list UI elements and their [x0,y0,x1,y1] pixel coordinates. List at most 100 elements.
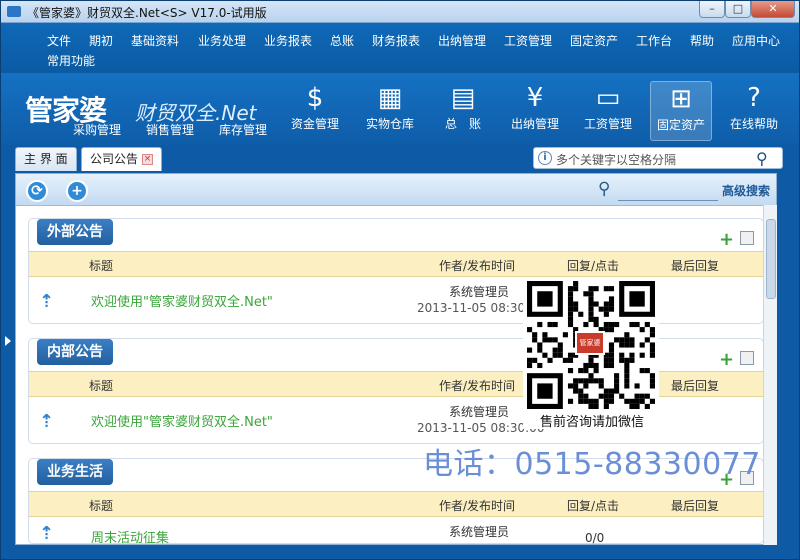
col-last-reply: 最后回复 [671,379,720,393]
dollar-icon: $ [306,83,324,113]
refresh-icon[interactable]: ⟳ [26,180,48,202]
close-icon[interactable]: × [142,154,154,165]
author: 系统管理员 [449,525,510,539]
menu-fixed-assets[interactable]: 固定资产 [570,32,618,49]
qr-code-overlay: 管家婆 售前咨询请加微信 [523,279,659,430]
window-title: 《管家婆》财贸双全.Net<S> V17.0-试用版 [27,6,267,20]
toolbar-sales[interactable]: 销售管理 [146,121,194,138]
menu-app-center[interactable]: 应用中心 [732,32,780,49]
panel-title: 业务生活 [37,459,113,485]
expand-arrow-icon[interactable] [5,336,11,346]
copy-icon[interactable] [740,231,754,245]
app-window: 《管家婆》财贸双全.Net<S> V17.0-试用版 – □ ✕ 文件 期初 基… [0,0,800,560]
announcement-link[interactable]: 周末活动征集 [91,527,169,546]
title-bar: 《管家婆》财贸双全.Net<S> V17.0-试用版 – □ ✕ [1,1,799,23]
toolbar-label: 实物仓库 [365,117,414,131]
money-bag-icon: ¥ [526,83,544,113]
col-title: 标题 [89,499,114,513]
announcement-link[interactable]: 欢迎使用"管家婆财贸双全.Net" [91,411,273,430]
app-icon [7,6,21,17]
phone-watermark: 电话：0515-88330077 [423,447,761,482]
scroll-thumb[interactable] [766,219,776,299]
document-icon: ▤ [450,83,476,113]
menu-cashier[interactable]: 出纳管理 [438,32,486,49]
col-last-reply: 最后回复 [671,499,720,513]
menu-common[interactable]: 常用功能 [47,52,95,69]
toolbar-funds[interactable]: $ 资金管理 [284,81,346,141]
menu-opening[interactable]: 期初 [89,32,113,49]
col-author-time: 作者/发布时间 [439,379,516,393]
menu-business[interactable]: 业务处理 [198,32,246,49]
menu-help[interactable]: 帮助 [690,32,714,49]
toolbar-purchase[interactable]: 采购管理 [73,121,121,138]
add-icon[interactable]: + [66,180,88,202]
author: 系统管理员 [449,405,510,419]
toolbar-label: 固定资产 [656,118,705,132]
menu-basic-data[interactable]: 基础资料 [131,32,179,49]
maximize-button[interactable]: □ [725,1,751,18]
pin-up-icon: ⇡ [39,411,55,432]
toolbar-cashier[interactable]: ¥ 出纳管理 [504,81,566,141]
col-last-reply: 最后回复 [671,259,720,273]
col-author-time: 作者/发布时间 [439,499,516,513]
copy-icon[interactable] [740,351,754,365]
advanced-search-link[interactable]: 高级搜索 [722,182,770,199]
col-title: 标题 [89,259,114,273]
id-card-icon: ▭ [595,83,621,113]
boxes-icon: ▦ [377,83,403,113]
help-icon: ? [747,83,761,113]
toolbar-general-ledger[interactable]: ▤ 总 账 [432,81,494,141]
add-icon[interactable]: + [719,349,734,370]
tab-main[interactable]: 主 界 面 [15,147,77,171]
menu-payroll[interactable]: 工资管理 [504,32,552,49]
col-title: 标题 [89,379,114,393]
close-button[interactable]: ✕ [751,1,795,18]
author: 系统管理员 [449,285,510,299]
menu-bar: 文件 期初 基础资料 业务处理 业务报表 总账 财务报表 出纳管理 工资管理 固… [1,23,799,73]
grid-icon: ⊞ [670,84,692,114]
table-header: 标题 作者/发布时间 回复/点击 最后回复 [29,491,763,517]
tab-announcements[interactable]: 公司公告 × [81,147,163,171]
search-underline [618,200,718,201]
minimize-button[interactable]: – [699,1,725,18]
pin-up-icon: ⇡ [39,523,55,544]
table-row[interactable]: ⇡ 周末活动征集 系统管理员 0/0 [29,517,763,546]
menu-business-report[interactable]: 业务报表 [264,32,312,49]
menu-finance-report[interactable]: 财务报表 [372,32,420,49]
menu-workbench[interactable]: 工作台 [636,32,672,49]
info-icon: i [538,151,552,165]
toolbar-label: 总 账 [444,117,481,131]
search-input[interactable]: 多个关键字以空格分隔 [556,151,676,168]
toolbar-label: 工资管理 [583,117,632,131]
tab-label: 公司公告 [90,152,139,166]
toolbar-label: 在线帮助 [729,117,778,131]
table-header: 标题 作者/发布时间 回复/点击 最后回复 [29,251,763,277]
col-reply-click: 回复/点击 [567,499,620,513]
panel-title: 外部公告 [37,219,113,245]
toolbar-fixed-assets[interactable]: ⊞ 固定资产 [650,81,712,141]
menu-file[interactable]: 文件 [47,32,71,49]
qr-logo: 管家婆 [575,331,605,355]
search-icon[interactable]: ⚲ [598,179,610,199]
content-toolbar: ⟳ + ⚲ 高级搜索 [16,174,776,206]
toolbar-label: 资金管理 [290,117,339,131]
toolbar-payroll[interactable]: ▭ 工资管理 [577,81,639,141]
vertical-scrollbar[interactable] [763,205,777,545]
reply-count: 0/0 [585,531,605,545]
toolbar-warehouse[interactable]: ▦ 实物仓库 [359,81,421,141]
panel-title: 内部公告 [37,339,113,365]
menu-ledger[interactable]: 总账 [330,32,354,49]
toolbar-label: 出纳管理 [510,117,559,131]
pin-up-icon: ⇡ [39,291,55,312]
announcement-link[interactable]: 欢迎使用"管家婆财贸双全.Net" [91,291,273,310]
col-reply-click: 回复/点击 [567,259,620,273]
search-icon[interactable]: ⚲ [756,149,768,168]
content-area: ⟳ + ⚲ 高级搜索 外部公告 + 标题 作者/发布时间 回复/点击 最后回复 … [15,173,777,546]
toolbar-inventory[interactable]: 库存管理 [219,121,267,138]
search-box[interactable]: i 多个关键字以空格分隔 ⚲ [533,147,783,169]
logo: 管家婆 财贸双全.Net [25,89,256,127]
col-author-time: 作者/发布时间 [439,259,516,273]
toolbar: 管家婆 财贸双全.Net 采购管理 销售管理 库存管理 $ 资金管理 ▦ 实物仓… [1,73,799,145]
toolbar-online-help[interactable]: ? 在线帮助 [723,81,785,141]
add-icon[interactable]: + [719,229,734,250]
